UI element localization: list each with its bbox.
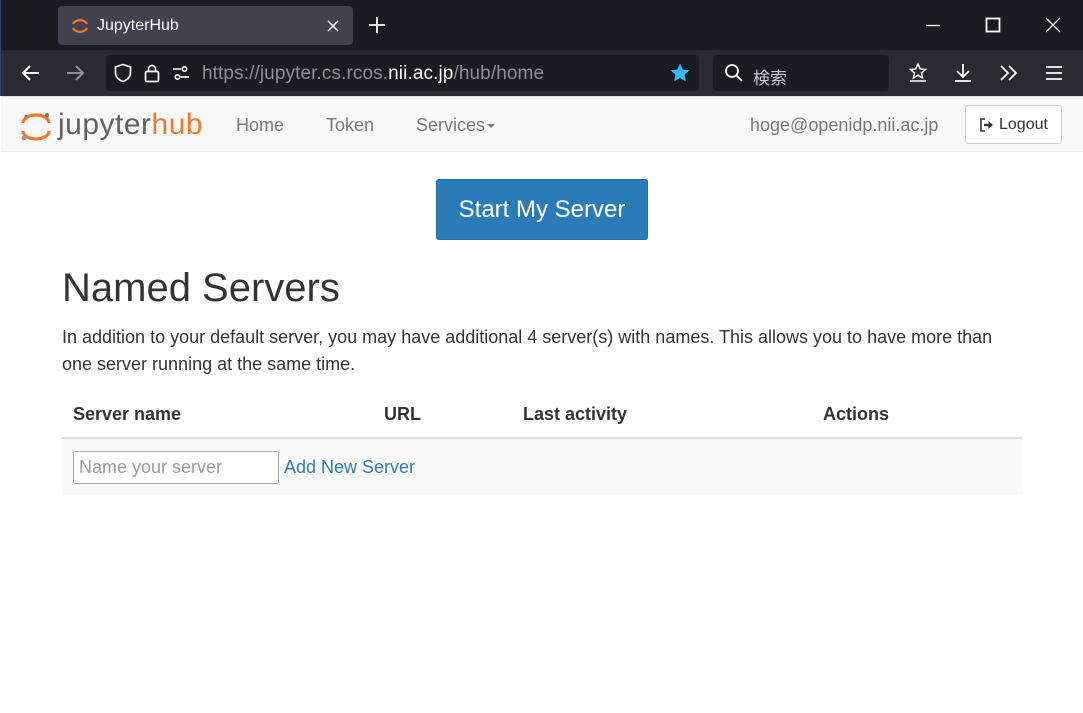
add-new-server-link[interactable]: Add New Server — [284, 457, 415, 478]
new-tab-plus-icon[interactable] — [367, 15, 387, 35]
url-text[interactable]: https://jupyter.cs.rcos.nii.ac.jp/hub/ho… — [202, 63, 544, 85]
overflow-chevrons-icon[interactable] — [998, 62, 1020, 84]
column-header-server-name: Server name — [73, 404, 182, 424]
logo-wordmark: jupyterhub — [58, 108, 203, 142]
logout-button[interactable]: Logout — [965, 105, 1062, 144]
user-email: hoge@openidp.nii.ac.jp — [750, 115, 939, 135]
url-host: nii.ac.jp — [388, 63, 454, 84]
url-prefix: https://jupyter.cs.rcos. — [202, 63, 389, 84]
jupyter-logo-icon — [21, 113, 51, 141]
maximize-window-icon[interactable] — [983, 15, 1003, 35]
address-bar[interactable]: https://jupyter.cs.rcos.nii.ac.jp/hub/ho… — [106, 55, 699, 91]
logout-label: Logout — [999, 116, 1048, 133]
permissions-icon[interactable] — [171, 63, 191, 83]
jupyterhub-logo[interactable]: jupyterhub — [20, 106, 220, 144]
browser-toolbar: https://jupyter.cs.rcos.nii.ac.jp/hub/ho… — [0, 50, 1083, 96]
bookmark-star-icon[interactable] — [669, 62, 691, 84]
jupyterhub-navbar: jupyterhub Home Token Services hoge@open… — [1, 96, 1083, 152]
tab-title: JupyterHub — [97, 17, 179, 34]
search-placeholder: 検索 — [753, 69, 787, 88]
caret-down-icon — [487, 124, 496, 129]
page-title: Named Servers — [62, 266, 340, 310]
table-row: Add New Server — [62, 439, 1022, 495]
minimize-window-icon[interactable] — [923, 15, 943, 35]
search-bar[interactable]: 検索 — [713, 55, 889, 91]
nav-home-link[interactable]: Home — [236, 115, 284, 136]
nav-token-link[interactable]: Token — [326, 115, 374, 136]
back-arrow-icon[interactable] — [20, 62, 42, 84]
named-servers-description: In addition to your default server, you … — [62, 327, 993, 374]
column-header-url: URL — [384, 404, 421, 424]
hamburger-menu-icon[interactable] — [1043, 62, 1065, 84]
url-path: /hub/home — [453, 63, 545, 84]
browser-titlebar: JupyterHub — [0, 0, 1083, 50]
start-my-server-button[interactable]: Start My Server — [436, 179, 648, 240]
download-icon[interactable] — [952, 62, 974, 84]
browser-tab[interactable]: JupyterHub — [58, 6, 353, 45]
column-header-last-activity: Last activity — [523, 404, 628, 424]
save-to-pocket-icon[interactable] — [907, 62, 929, 84]
server-name-input[interactable] — [73, 451, 279, 484]
close-tab-icon[interactable] — [323, 16, 343, 36]
shield-icon[interactable] — [113, 63, 133, 83]
close-window-icon[interactable] — [1043, 15, 1063, 35]
lock-icon[interactable] — [142, 63, 162, 83]
logo-jupyter-text: jupyter — [58, 108, 152, 141]
nav-services-dropdown[interactable]: Services — [416, 115, 496, 136]
jupyter-favicon-icon — [72, 19, 88, 33]
nav-services-label: Services — [416, 115, 486, 135]
search-icon — [725, 64, 743, 82]
sign-out-icon — [980, 118, 993, 132]
logo-hub-text: hub — [151, 108, 204, 141]
forward-arrow-icon[interactable] — [64, 62, 86, 84]
column-header-actions: Actions — [823, 404, 890, 424]
